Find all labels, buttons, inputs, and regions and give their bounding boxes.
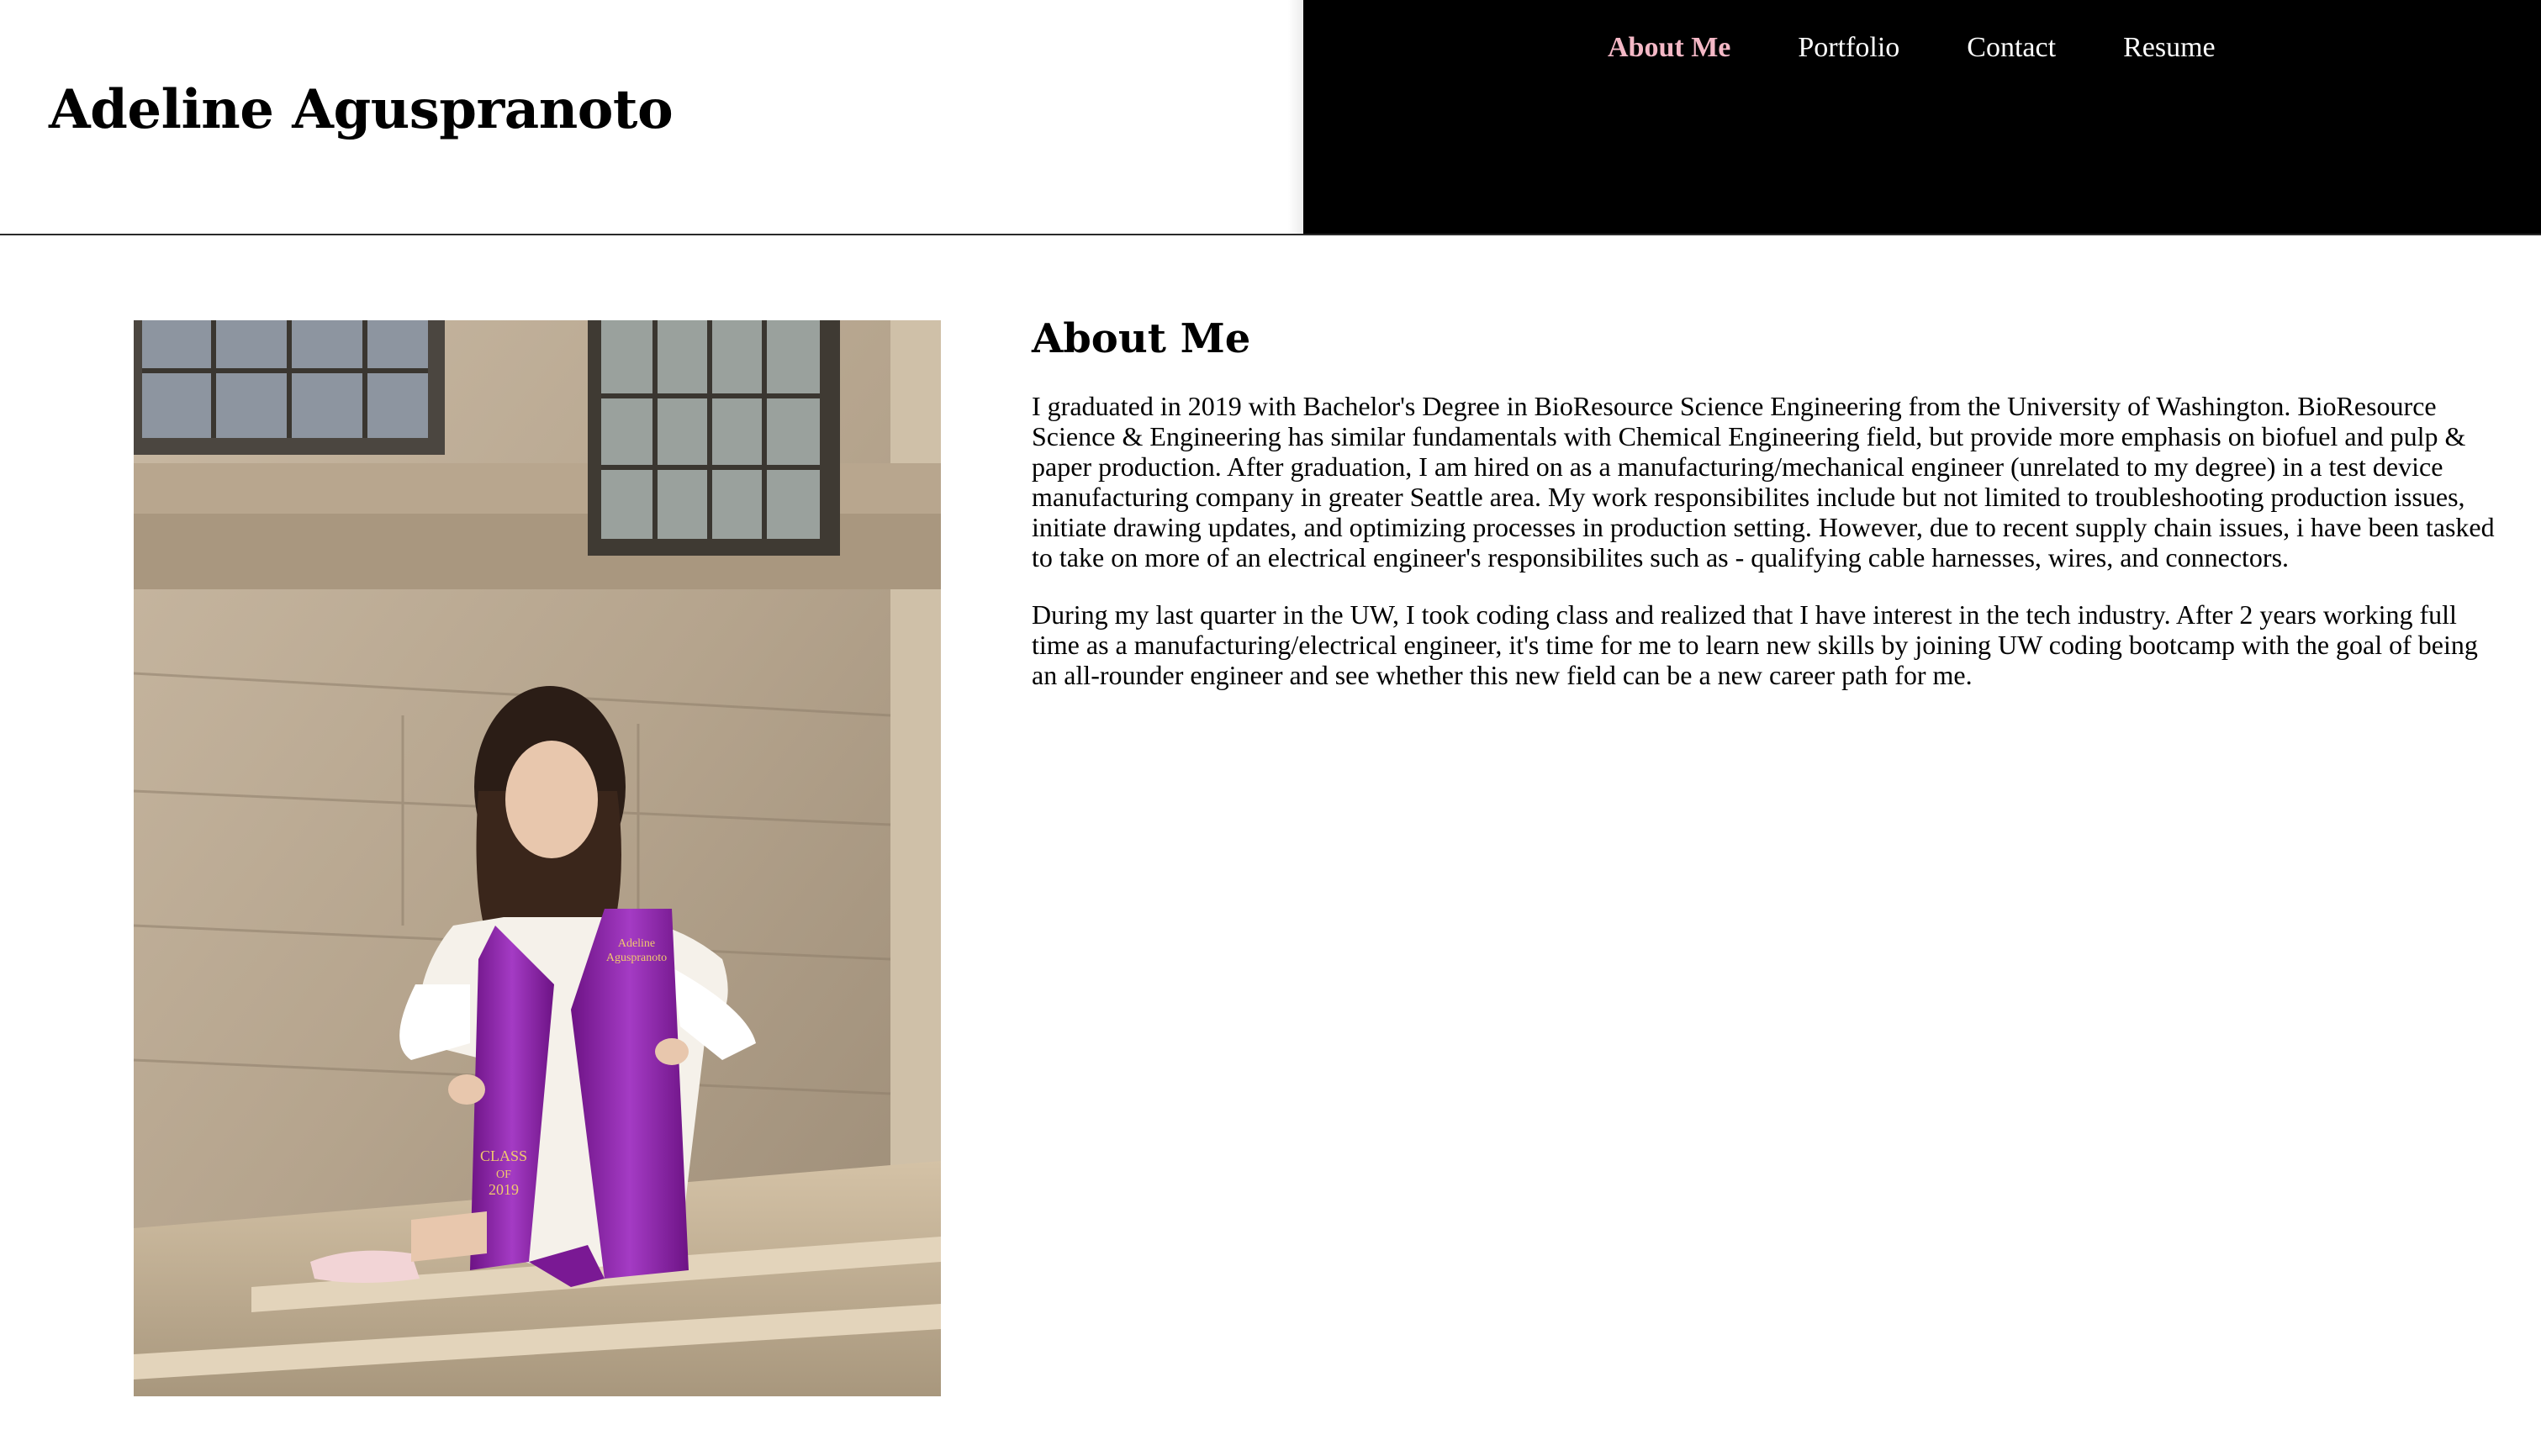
window-left	[134, 320, 445, 455]
window-right	[588, 320, 840, 556]
about-paragraph-2: During my last quarter in the UW, I took…	[1032, 599, 2478, 691]
brand-area: Adeline Aguspranoto	[0, 0, 1288, 234]
about-section: About Me I graduated in 2019 with Bachel…	[1032, 315, 2499, 717]
nav-link-resume[interactable]: Resume	[2123, 32, 2216, 63]
svg-text:Aguspranoto: Aguspranoto	[606, 952, 667, 964]
about-paragraph-1: I graduated in 2019 with Bachelor's Degr…	[1032, 391, 2495, 573]
svg-text:OF: OF	[496, 1168, 511, 1181]
nav-item-resume: Resume	[2123, 32, 2216, 64]
nav-item-portfolio: Portfolio	[1798, 32, 1899, 64]
profile-photo: Adeline Aguspranoto CLASS OF 2019	[134, 320, 941, 1396]
main-content: Adeline Aguspranoto CLASS OF 2019 About …	[0, 235, 2541, 1456]
nav-item-contact: Contact	[1967, 32, 2056, 64]
main-nav: About Me Portfolio Contact Resume	[1303, 0, 2541, 234]
nav-item-about: About Me	[1608, 32, 1730, 64]
site-title: Adeline Aguspranoto	[49, 78, 674, 141]
stole-class-text: CLASS	[480, 1147, 527, 1164]
about-heading: About Me	[1032, 315, 1251, 362]
stole-name-text: Adeline	[618, 937, 655, 950]
nav-link-portfolio[interactable]: Portfolio	[1798, 32, 1899, 63]
graduation-photo-image: Adeline Aguspranoto CLASS OF 2019	[134, 320, 941, 1396]
nav-list: About Me Portfolio Contact Resume	[1608, 32, 2216, 64]
nav-link-contact[interactable]: Contact	[1967, 32, 2056, 63]
site-header: Adeline Aguspranoto About Me Portfolio C…	[0, 0, 2541, 235]
nav-divider	[1288, 0, 1303, 234]
nav-link-about-me[interactable]: About Me	[1608, 32, 1730, 63]
svg-text:2019: 2019	[489, 1181, 519, 1198]
